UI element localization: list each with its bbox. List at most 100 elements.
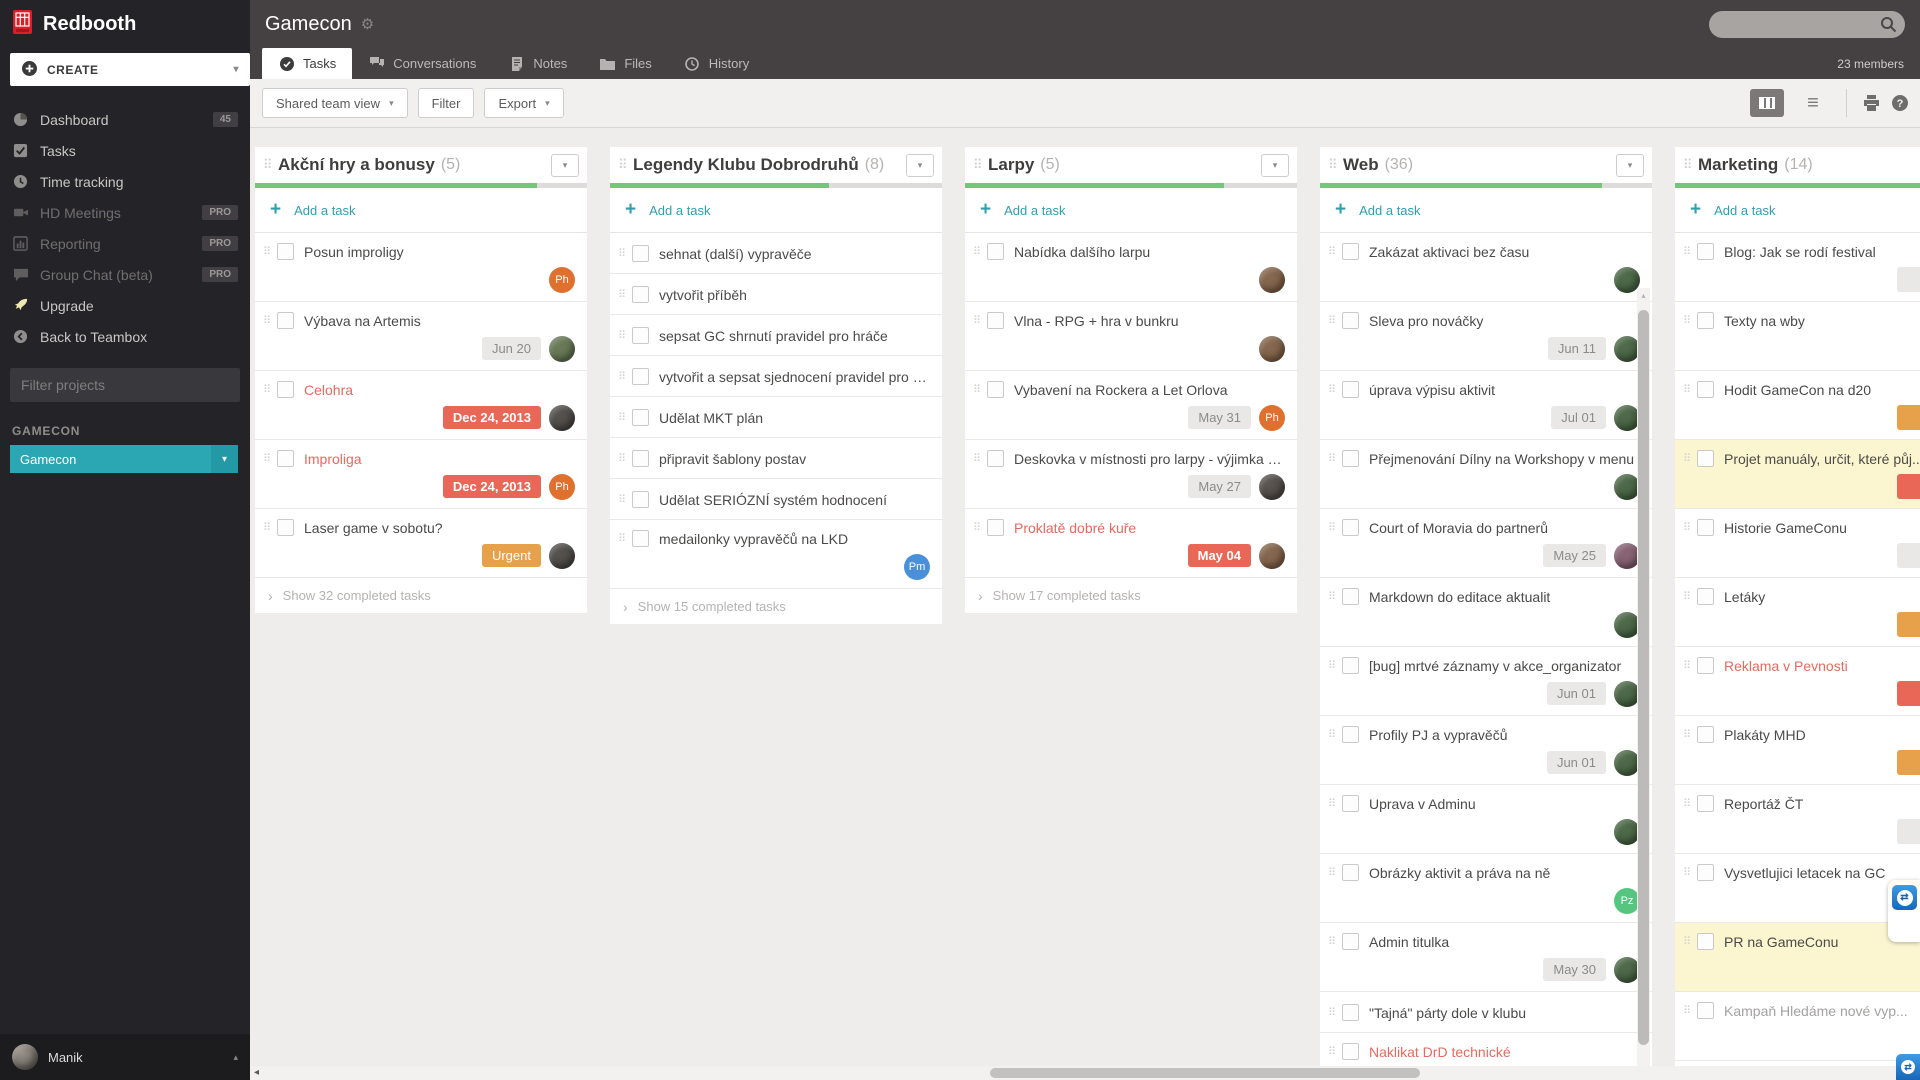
- tab-tasks[interactable]: Tasks: [262, 48, 353, 79]
- task-title[interactable]: Posun improligy: [304, 244, 577, 260]
- task-title[interactable]: Plakáty MHD: [1724, 727, 1920, 743]
- task-checkbox[interactable]: [1342, 795, 1359, 812]
- task-title[interactable]: Letáky: [1724, 589, 1920, 605]
- sidebar-item-tasks[interactable]: Tasks: [0, 135, 250, 166]
- task-title[interactable]: Naklikat DrD technické: [1369, 1044, 1642, 1060]
- task-title[interactable]: medailonky vypravěčů na LKD: [659, 531, 932, 547]
- task-title[interactable]: Admin titulka: [1369, 934, 1642, 950]
- drag-handle-icon[interactable]: ⠿: [1683, 383, 1697, 396]
- drag-handle-icon[interactable]: ⠿: [263, 245, 277, 258]
- task-title[interactable]: Sleva pro nováčky: [1369, 313, 1642, 329]
- drag-handle-icon[interactable]: ⠿: [1328, 797, 1342, 810]
- drag-handle-icon[interactable]: ⠿: [1683, 521, 1697, 534]
- drag-handle-icon[interactable]: ⠿: [618, 493, 632, 506]
- due-date-badge[interactable]: Urgent: [481, 544, 541, 567]
- tab-history[interactable]: History: [668, 48, 765, 79]
- task-title[interactable]: Historie GameConu: [1724, 520, 1920, 536]
- task-checkbox[interactable]: [632, 491, 649, 508]
- sidebar-item-reporting[interactable]: Reporting PRO: [0, 228, 250, 259]
- drag-handle-icon[interactable]: ⠿: [1328, 314, 1342, 327]
- drag-handle-icon[interactable]: ⠿: [973, 452, 987, 465]
- column-menu-button[interactable]: ▾: [551, 153, 579, 177]
- task-title[interactable]: Court of Moravia do partnerů: [1369, 520, 1642, 536]
- assignee-avatar[interactable]: [549, 542, 575, 569]
- assignee-avatar[interactable]: Pm: [904, 553, 930, 580]
- drag-handle-icon[interactable]: ⠿: [1328, 1006, 1342, 1019]
- task-title[interactable]: [bug] mrtvé záznamy v akce_organizator: [1369, 658, 1642, 674]
- task-title[interactable]: "Tajná" párty dole v klubu: [1369, 1005, 1642, 1021]
- sidebar-project-gamecon[interactable]: Gamecon ▾: [10, 445, 238, 473]
- task-checkbox[interactable]: [987, 243, 1004, 260]
- column-scrollbar[interactable]: ▴: [1637, 288, 1650, 1078]
- teamviewer-corner-widget[interactable]: ⇄: [1896, 1054, 1920, 1080]
- user-menu[interactable]: Manik ▴: [0, 1034, 250, 1080]
- task-checkbox[interactable]: [1342, 450, 1359, 467]
- drag-handle-icon[interactable]: ⠿: [1328, 452, 1342, 465]
- teamviewer-widget[interactable]: ⇄: [1888, 880, 1920, 942]
- task-title[interactable]: Hodit GameCon na d20: [1724, 382, 1920, 398]
- due-date-badge[interactable]: [1897, 405, 1920, 430]
- task-checkbox[interactable]: [1697, 519, 1714, 536]
- drag-handle-icon[interactable]: ⠿: [1683, 935, 1697, 948]
- task-checkbox[interactable]: [1697, 381, 1714, 398]
- scroll-up-arrow-icon[interactable]: ▴: [1637, 288, 1650, 300]
- add-task-button[interactable]: + Add a task: [965, 188, 1297, 233]
- due-date-badge[interactable]: Jun 11: [1547, 337, 1606, 360]
- filter-projects-input[interactable]: [10, 368, 240, 402]
- drag-handle-icon[interactable]: ⠿: [263, 157, 278, 173]
- drag-handle-icon[interactable]: ⠿: [263, 314, 277, 327]
- task-title[interactable]: Improliga: [304, 451, 577, 467]
- drag-handle-icon[interactable]: ⠿: [1683, 659, 1697, 672]
- due-date-badge[interactable]: May 04: [1187, 544, 1251, 567]
- column-menu-button[interactable]: ▾: [1261, 153, 1289, 177]
- add-task-button[interactable]: + Add a task: [1675, 188, 1920, 233]
- task-checkbox[interactable]: [1697, 933, 1714, 950]
- drag-handle-icon[interactable]: ⠿: [263, 383, 277, 396]
- task-title[interactable]: vytvořit a sepsat sjednocení pravidel pr…: [659, 369, 932, 385]
- task-title[interactable]: Vysvetlujici letacek na GC: [1724, 865, 1920, 881]
- drag-handle-icon[interactable]: ⠿: [1683, 728, 1697, 741]
- task-checkbox[interactable]: [1342, 519, 1359, 536]
- task-checkbox[interactable]: [1342, 726, 1359, 743]
- drag-handle-icon[interactable]: ⠿: [1328, 866, 1342, 879]
- task-checkbox[interactable]: [1342, 864, 1359, 881]
- drag-handle-icon[interactable]: ⠿: [618, 411, 632, 424]
- task-title[interactable]: připravit šablony postav: [659, 451, 932, 467]
- due-date-badge[interactable]: May 27: [1188, 475, 1251, 498]
- drag-handle-icon[interactable]: ⠿: [1328, 590, 1342, 603]
- drag-handle-icon[interactable]: ⠿: [973, 157, 988, 173]
- sidebar-item-group-chat-beta[interactable]: Group Chat (beta) PRO: [0, 259, 250, 290]
- assignee-avatar[interactable]: [1259, 335, 1285, 362]
- task-checkbox[interactable]: [1697, 864, 1714, 881]
- task-checkbox[interactable]: [987, 381, 1004, 398]
- task-checkbox[interactable]: [632, 450, 649, 467]
- drag-handle-icon[interactable]: ⠿: [1683, 245, 1697, 258]
- filter-button[interactable]: Filter: [417, 88, 475, 118]
- members-count[interactable]: 23 members: [1837, 57, 1904, 71]
- assignee-avatar[interactable]: Ph: [1259, 404, 1285, 431]
- drag-handle-icon[interactable]: ⠿: [618, 288, 632, 301]
- task-title[interactable]: Uprava v Adminu: [1369, 796, 1642, 812]
- due-date-badge[interactable]: [1897, 819, 1920, 844]
- search-input[interactable]: [1709, 10, 1905, 38]
- task-checkbox[interactable]: [632, 327, 649, 344]
- task-checkbox[interactable]: [1342, 381, 1359, 398]
- due-date-badge[interactable]: [1897, 543, 1920, 568]
- tab-notes[interactable]: Notes: [492, 48, 583, 79]
- sidebar-item-time-tracking[interactable]: Time tracking: [0, 166, 250, 197]
- task-checkbox[interactable]: [277, 312, 294, 329]
- show-completed-link[interactable]: › Show 32 completed tasks: [255, 578, 587, 613]
- task-title[interactable]: Profily PJ a vypravěčů: [1369, 727, 1642, 743]
- task-title[interactable]: Projet manuály, určit, které půj...: [1724, 451, 1920, 467]
- column-view-toggle[interactable]: [1750, 89, 1784, 117]
- view-dropdown-button[interactable]: Shared team view ▾: [262, 88, 408, 118]
- task-checkbox[interactable]: [987, 450, 1004, 467]
- task-checkbox[interactable]: [632, 245, 649, 262]
- drag-handle-icon[interactable]: ⠿: [618, 370, 632, 383]
- task-title[interactable]: Laser game v sobotu?: [304, 520, 577, 536]
- task-title[interactable]: Reklama v Pevnosti: [1724, 658, 1920, 674]
- column-menu-button[interactable]: ▾: [1616, 153, 1644, 177]
- create-button[interactable]: CREATE ▾: [10, 53, 250, 86]
- assignee-avatar[interactable]: Ph: [549, 266, 575, 293]
- task-checkbox[interactable]: [632, 368, 649, 385]
